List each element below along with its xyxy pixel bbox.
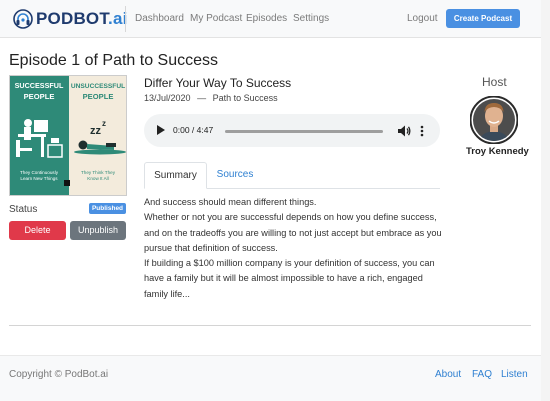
footer-divider — [9, 325, 531, 326]
svg-text:They Think They: They Think They — [81, 170, 116, 175]
nav-divider — [125, 6, 126, 32]
playback-time: 0:00 / 4:47 — [173, 125, 214, 135]
volume-icon[interactable] — [397, 124, 411, 138]
episode-cover-image: SUCCESSFUL PEOPLE UNSUCCESSFUL PEOPLE zz… — [9, 75, 127, 196]
episode-summary: And success should mean different things… — [144, 195, 444, 302]
svg-text:Learn New Things: Learn New Things — [20, 176, 58, 181]
svg-text:They Continuously: They Continuously — [20, 170, 59, 175]
svg-text:UNSUCCESSFUL: UNSUCCESSFUL — [71, 83, 125, 90]
svg-text:SUCCESSFUL: SUCCESSFUL — [15, 81, 64, 90]
footer-link-about[interactable]: About — [435, 369, 461, 380]
svg-text:z: z — [102, 119, 106, 128]
nav-link-settings[interactable]: Settings — [293, 13, 329, 24]
seek-bar[interactable] — [225, 130, 383, 133]
episode-title: Differ Your Way To Success — [144, 76, 292, 90]
logout-link[interactable]: Logout — [407, 13, 438, 24]
page-title: Episode 1 of Path to Success — [9, 52, 219, 69]
tab-sources[interactable]: Sources — [208, 162, 262, 189]
nav-link-episodes[interactable]: Episodes — [246, 13, 287, 24]
svg-text:PEOPLE: PEOPLE — [24, 92, 55, 101]
svg-text:zz: zz — [90, 125, 102, 137]
svg-text:Know It All: Know It All — [87, 176, 108, 181]
status-badge: Published — [89, 203, 126, 214]
top-navbar: PODBOT.ai Dashboard My Podcast Episodes … — [0, 0, 550, 38]
episode-podcast-name: Path to Success — [212, 93, 278, 103]
headphones-logo-icon — [13, 9, 33, 29]
nav-link-my-podcast[interactable]: My Podcast — [190, 13, 242, 24]
delete-button[interactable]: Delete — [9, 221, 66, 240]
status-label: Status — [9, 204, 38, 215]
create-podcast-button[interactable]: Create Podcast — [446, 9, 520, 28]
host-heading: Host — [482, 75, 507, 89]
summary-paragraph: Whether or not you are successful depend… — [144, 212, 442, 253]
audio-player: 0:00 / 4:47 — [144, 114, 440, 147]
episode-date: 13/Jul/2020 — [144, 93, 191, 103]
brand-name: PODBOT.ai — [36, 9, 128, 28]
footer-link-listen[interactable]: Listen — [501, 369, 528, 380]
logo[interactable]: PODBOT.ai — [12, 7, 128, 31]
tab-summary[interactable]: Summary — [144, 162, 207, 189]
more-options-icon[interactable] — [418, 124, 426, 138]
footer-link-faq[interactable]: FAQ — [472, 369, 492, 380]
copyright-text: Copyright © PodBot.ai — [9, 369, 109, 380]
play-icon[interactable] — [157, 125, 165, 135]
meta-separator: — — [197, 93, 207, 103]
episode-tabs: Summary Sources — [144, 162, 440, 189]
page-scrollbar[interactable] — [541, 0, 550, 401]
summary-paragraph: And success should mean different things… — [144, 197, 317, 207]
footer: Copyright © PodBot.ai About FAQ Listen — [0, 355, 550, 401]
host-name[interactable]: Troy Kennedy — [466, 146, 529, 157]
episode-meta: 13/Jul/2020 — Path to Success — [144, 93, 278, 103]
svg-text:PEOPLE: PEOPLE — [83, 92, 114, 101]
summary-paragraph: If building a $100 million company is yo… — [144, 258, 435, 299]
host-avatar — [470, 96, 518, 144]
unpublish-button[interactable]: Unpublish — [70, 221, 126, 240]
nav-link-dashboard[interactable]: Dashboard — [135, 13, 184, 24]
